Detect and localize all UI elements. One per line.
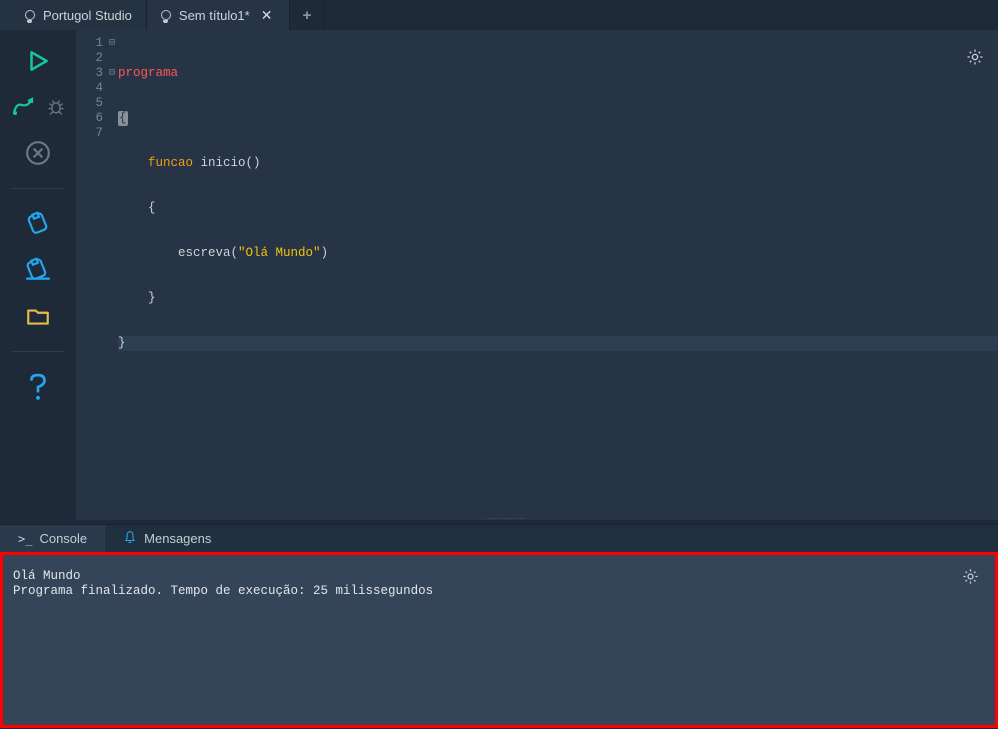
save-as-button[interactable]: [23, 255, 53, 285]
line-number: 7: [76, 126, 106, 141]
line-number: 5: [76, 96, 106, 111]
line-number: 6: [76, 111, 106, 126]
brace: }: [118, 291, 156, 305]
brace: {: [118, 111, 128, 126]
workspace: 1 2 3 4 5 6 7 ⊟ ⊟ programa { funcao inic…: [0, 30, 998, 520]
sidebar: [0, 30, 76, 520]
paren: ): [321, 246, 329, 260]
code-editor[interactable]: 1 2 3 4 5 6 7 ⊟ ⊟ programa { funcao inic…: [76, 30, 998, 520]
open-folder-button[interactable]: [23, 301, 53, 331]
line-number: 2: [76, 51, 106, 66]
lightbulb-icon: [25, 10, 35, 20]
keyword: programa: [118, 66, 178, 80]
new-tab-button[interactable]: +: [290, 0, 324, 30]
keyword: funcao: [148, 156, 193, 170]
tab-messages[interactable]: Mensagens: [105, 525, 229, 552]
plus-icon: +: [303, 7, 312, 24]
paren: (: [231, 246, 239, 260]
close-icon[interactable]: ✕: [258, 7, 276, 24]
console-settings-button[interactable]: [955, 561, 985, 591]
console-line: Olá Mundo: [13, 569, 985, 584]
line-number: 3: [76, 66, 106, 81]
parens: (): [246, 156, 261, 170]
fold-toggle-icon[interactable]: ⊟: [106, 36, 118, 51]
lightbulb-icon: [161, 10, 171, 20]
line-number: 4: [76, 81, 106, 96]
brace: }: [118, 336, 126, 350]
editor-settings-button[interactable]: [960, 42, 990, 72]
code-area[interactable]: programa { funcao inicio() { escreva("Ol…: [118, 30, 998, 520]
identifier: inicio: [193, 156, 246, 170]
line-number: 1: [76, 36, 106, 51]
tab-console[interactable]: >_ Console: [0, 525, 105, 552]
tab-file[interactable]: Sem título1* ✕: [147, 0, 291, 30]
tab-home[interactable]: Portugol Studio: [0, 0, 147, 30]
identifier: escreva: [118, 246, 231, 260]
tab-file-label: Sem título1*: [179, 8, 250, 23]
fold-gutter: ⊟ ⊟: [106, 30, 118, 520]
console-line: Programa finalizado. Tempo de execução: …: [13, 584, 985, 599]
line-gutter: 1 2 3 4 5 6 7: [76, 30, 106, 520]
stop-button[interactable]: [23, 138, 53, 168]
tab-console-label: Console: [39, 531, 87, 546]
fold-toggle-icon[interactable]: ⊟: [106, 66, 118, 81]
bell-icon: [123, 530, 137, 547]
string-literal: "Olá Mundo": [238, 246, 321, 260]
sidebar-divider: [12, 351, 64, 352]
splitter-dots: .............: [484, 512, 526, 521]
sidebar-divider: [12, 188, 64, 189]
terminal-icon: >_: [18, 532, 32, 546]
console-output[interactable]: Olá Mundo Programa finalizado. Tempo de …: [3, 555, 995, 725]
save-button[interactable]: [23, 209, 53, 239]
help-button[interactable]: [23, 372, 53, 402]
tab-home-label: Portugol Studio: [43, 8, 132, 23]
bottom-panel-tabs: >_ Console Mensagens: [0, 524, 998, 552]
tab-bar: Portugol Studio Sem título1* ✕ +: [0, 0, 998, 30]
console-highlight-box: Olá Mundo Programa finalizado. Tempo de …: [0, 552, 998, 728]
brace: {: [118, 201, 156, 215]
bug-icon[interactable]: [45, 92, 67, 122]
debug-step-button[interactable]: [9, 92, 39, 122]
run-button[interactable]: [23, 46, 53, 76]
tab-messages-label: Mensagens: [144, 531, 211, 546]
